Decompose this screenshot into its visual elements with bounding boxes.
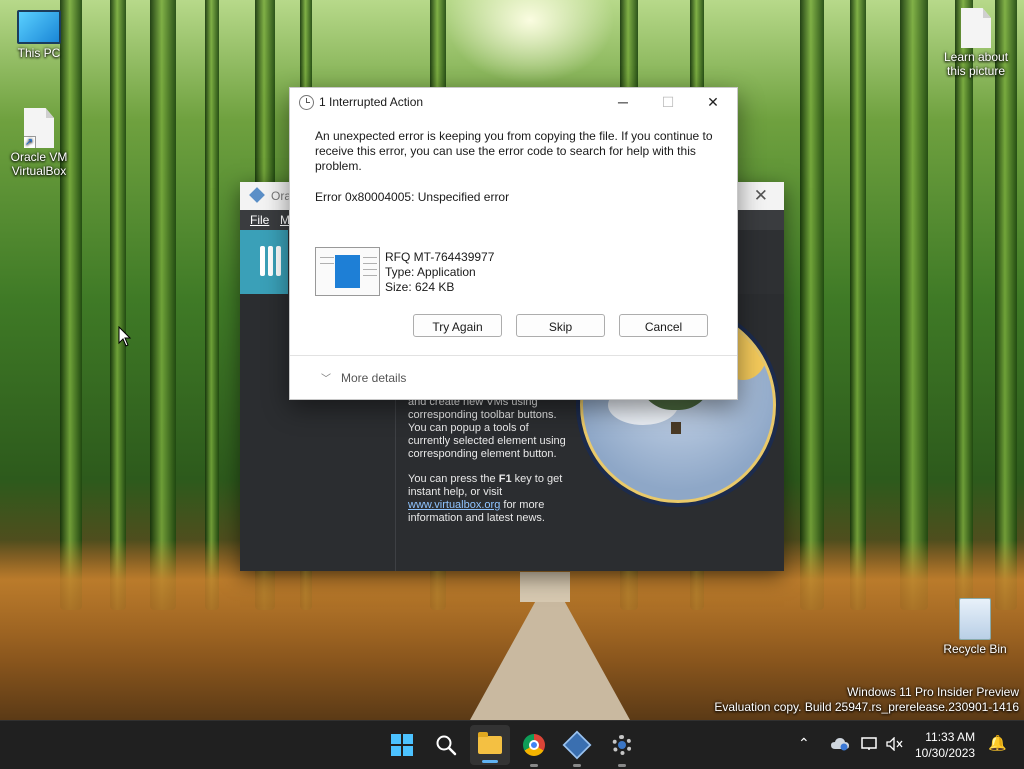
desktop-icon-label: Recycle Bin [943, 642, 1007, 656]
desktop-icon-label: This PC [17, 46, 61, 60]
close-icon[interactable]: ✕ [754, 186, 768, 206]
shortcut-arrow-icon: ↗ [24, 136, 36, 148]
maximize-button: ☐ [661, 94, 675, 110]
desktop-icon-learn-about-picture[interactable]: Learn about this picture [936, 8, 1016, 78]
error-message: An unexpected error is keeping you from … [315, 129, 713, 173]
tools-icon [276, 246, 281, 276]
settings-gear-icon [612, 735, 632, 755]
error-code: Error 0x80004005: Unspecified error [315, 190, 510, 204]
welcome-paragraph: and create new VMs using corresponding t… [408, 396, 566, 460]
virtualbox-icon [249, 187, 265, 203]
application-icon [335, 255, 360, 288]
welcome-paragraph-help: You can press the F1 key to get instant … [408, 473, 573, 525]
taskbar-settings[interactable] [602, 721, 642, 769]
recycle-bin-icon [959, 598, 991, 640]
virtualbox-title: Ora [271, 189, 292, 203]
desktop-icon-label: Oracle VM VirtualBox [10, 150, 68, 178]
bamboo-stalk [150, 0, 176, 610]
tools-icon [260, 246, 265, 276]
clock-date: 10/30/2023 [915, 746, 976, 760]
chevron-up-icon[interactable]: ⌃ [798, 735, 810, 752]
clock-icon [299, 95, 314, 110]
try-again-button[interactable]: Try Again [413, 314, 502, 337]
divider [290, 355, 737, 356]
bamboo-stalk [995, 0, 1017, 610]
bamboo-stalk [900, 0, 928, 610]
desktop-icon-virtualbox[interactable]: ↗ Oracle VM VirtualBox [1, 108, 77, 178]
watermark-line: Evaluation copy. Build 25947.rs_prerelea… [714, 700, 1019, 714]
bamboo-stalk [955, 0, 973, 610]
windows-watermark: Windows 11 Pro Insider Preview Evaluatio… [714, 685, 1019, 715]
desktop: This PC ↗ Oracle VM VirtualBox Learn abo… [0, 0, 1024, 720]
bamboo-stalk [205, 0, 219, 610]
interrupted-action-dialog[interactable]: 1 Interrupted Action ─ ☐ ✕ An unexpected… [289, 87, 738, 400]
thumb-line [363, 257, 377, 258]
bamboo-stalk [60, 0, 82, 610]
onedrive-icon[interactable] [830, 737, 850, 754]
file-thumbnail-icon [315, 247, 380, 296]
file-size: Size: 624 KB [385, 280, 455, 294]
search-button[interactable] [426, 721, 466, 769]
watermark-line: Windows 11 Pro Insider Preview [847, 685, 1019, 699]
file-type: Type: Application [385, 265, 476, 279]
f1-key: F1 [498, 473, 512, 485]
running-indicator [530, 764, 538, 767]
taskbar-chrome[interactable] [514, 721, 554, 769]
file-name: RFQ MT-764439977 [385, 250, 495, 264]
active-indicator [482, 760, 498, 763]
thumb-line [363, 269, 377, 270]
windows-logo-icon [391, 734, 413, 756]
desktop-icon-this-pc[interactable]: This PC [1, 10, 77, 60]
tools-button[interactable] [240, 230, 288, 294]
folder-icon [478, 732, 502, 754]
file-info: RFQ MT-764439977 Type: Application Size:… [385, 250, 494, 295]
start-button[interactable] [382, 721, 422, 769]
shortcut-file-icon: ↗ [24, 108, 54, 148]
bamboo-stalk [850, 0, 866, 610]
more-details-label: More details [341, 371, 407, 385]
search-icon [436, 735, 457, 756]
thumb-line [320, 257, 334, 258]
thumb-line [363, 263, 377, 264]
tools-icon [268, 246, 273, 276]
welcome-text: and create new VMs using corresponding t… [408, 396, 573, 525]
taskbar-file-explorer[interactable] [470, 725, 510, 765]
file-icon [961, 8, 991, 48]
minimize-button[interactable]: ─ [600, 90, 646, 114]
close-button[interactable]: ✕ [690, 90, 736, 114]
thumb-line [320, 263, 334, 264]
clock-time: 11:33 AM [925, 730, 976, 744]
taskbar-virtualbox[interactable] [557, 721, 597, 769]
mouse-cursor-icon [118, 326, 132, 347]
more-details-toggle[interactable]: ﹀ More details [321, 370, 406, 385]
basket-shape [671, 422, 681, 434]
bamboo-stalk [110, 0, 126, 610]
dialog-title: 1 Interrupted Action [319, 95, 424, 109]
skip-button[interactable]: Skip [516, 314, 605, 337]
running-indicator [573, 764, 581, 767]
menu-file[interactable]: File [250, 213, 269, 227]
desktop-icon-recycle-bin[interactable]: Recycle Bin [937, 598, 1013, 656]
monitor-icon [17, 10, 61, 44]
virtualbox-link[interactable]: www.virtualbox.org [408, 499, 500, 511]
desktop-icon-label: Learn about this picture [943, 50, 1009, 78]
dialog-titlebar[interactable]: 1 Interrupted Action ─ ☐ ✕ [290, 88, 737, 116]
system-clock[interactable]: 11:33 AM 10/30/2023 [915, 729, 975, 761]
cancel-button[interactable]: Cancel [619, 314, 708, 337]
help-text: You can press the [408, 473, 499, 485]
display-icon[interactable] [861, 737, 879, 754]
notification-bell-icon[interactable]: 🔔 [988, 734, 1007, 752]
path-far [520, 572, 570, 602]
virtualbox-icon [562, 730, 592, 760]
chevron-down-icon: ﹀ [321, 374, 331, 385]
thumb-line [363, 275, 377, 276]
volume-muted-icon[interactable] [886, 736, 904, 754]
running-indicator [618, 764, 626, 767]
chrome-icon [523, 734, 545, 756]
taskbar: ⌃ 11:33 AM 10/30/2023 🔔 [0, 720, 1024, 769]
bamboo-stalk [800, 0, 824, 610]
